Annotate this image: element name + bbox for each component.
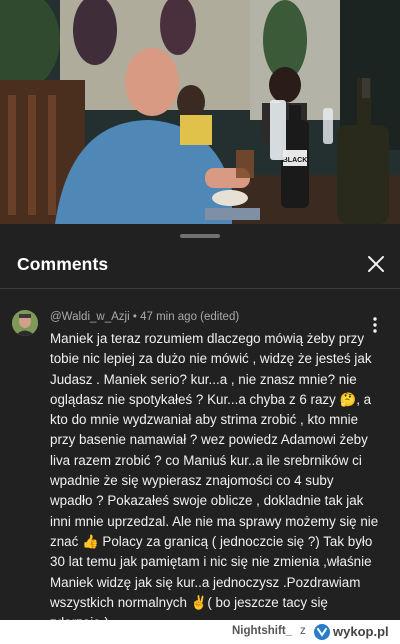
close-icon (368, 256, 384, 272)
watermark-bar: Nightshift_ z wykop.pl (0, 620, 400, 644)
drag-handle[interactable] (180, 234, 220, 238)
comment-meta: @Waldi_w_Azji • 47 min ago (edited) (50, 311, 239, 323)
watermark-user: Nightshift_ (232, 625, 293, 637)
bottle-label: BLACK (283, 157, 308, 164)
comments-sheet: Comments @Waldi_w_Azji • 47 min ago (edi… (0, 224, 400, 630)
header-divider (0, 288, 400, 289)
comment-line: Maniek ja teraz rozumiem dlaczego mówią … (50, 331, 365, 346)
comment-line: wszystkich normalnych ✌( bo jeszcze tacy… (50, 594, 328, 610)
comment-line: Judasz . Maniek serio? kur...a , nie zna… (50, 371, 357, 387)
watermark-separator: z (300, 625, 306, 637)
comment-time: 47 min ago (edited) (140, 311, 240, 323)
author-avatar[interactable] (12, 310, 38, 336)
comment-line: tobie nic lepiej za dużo nie mówić , wid… (50, 351, 372, 367)
comment-line: oglądasz nie spotykałeś ? Kur...a chyba … (50, 391, 372, 407)
video-frame[interactable]: BLACK (0, 0, 400, 224)
close-button[interactable] (364, 252, 388, 276)
comment-line: 30 lat temu jak pamiętam i nic się nie z… (50, 554, 372, 570)
video-scene-image: BLACK (0, 0, 400, 224)
wykop-logo-icon (313, 623, 331, 641)
avatar-image (12, 310, 38, 336)
comment-line: przy basenie namawiał ? wez powiedz Adam… (50, 432, 368, 448)
comment-body: Maniek ja teraz rozumiem dlaczego mówią … (50, 329, 379, 633)
comment-line: wpadnie że się wypierasz znajomości co 4… (50, 473, 334, 489)
meta-separator: • (132, 311, 141, 323)
comment-line: Maniek widzę jak się kur..a jednoczysz .… (50, 574, 361, 590)
comment-line: znać 👍 Polacy za granicą ( jednoczcie si… (50, 533, 373, 549)
comment-author[interactable]: @Waldi_w_Azji (50, 311, 130, 323)
comment-line: inni mnie uprzedzal. Ale nie ma sprawy m… (50, 513, 379, 529)
comment-line: liva razem zrobić ? co Maniuś kur..a ile… (50, 452, 362, 468)
watermark-site: wykop.pl (333, 624, 389, 639)
comment-line: kto do mnie wydzwaniał aby strima zrobić… (50, 412, 359, 428)
comment-line: wpadło ? Pokazałeś swoje oblicze , dokla… (50, 493, 364, 509)
comments-title: Comments (17, 254, 109, 274)
